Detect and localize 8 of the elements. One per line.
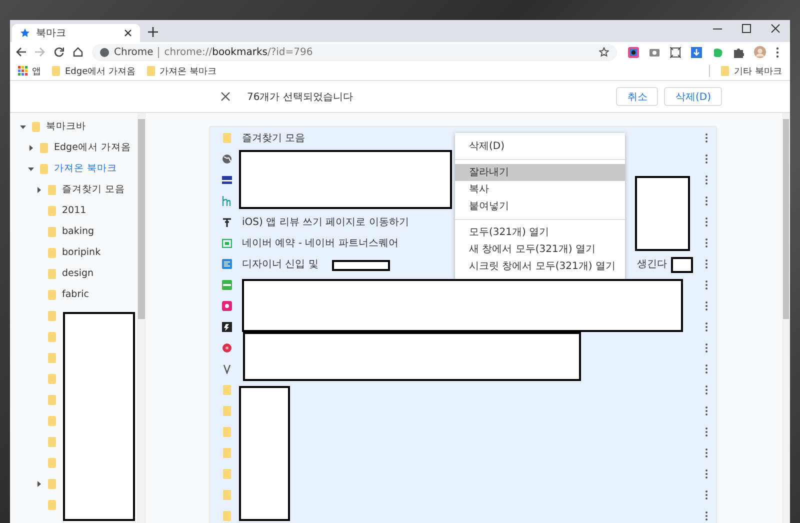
bookmark-title: 즐겨찾기 모음 (242, 132, 306, 144)
bookmark-title: 생긴다 (637, 258, 667, 270)
url-text: chrome://bookmarks/?id=796 (164, 46, 313, 58)
bookmark-title: 디자이너 신입 및 (242, 258, 318, 270)
selection-count-text: 76개가 선택되었습니다 (247, 90, 353, 104)
bookmark-title: 네이버 예약 - 네이버 파트너스퀘어 (242, 236, 398, 250)
bookmark-title: iOS) 앱 리뷰 쓰기 페이지로 이동하기 (242, 216, 409, 228)
site-label: Chrome (114, 46, 154, 58)
